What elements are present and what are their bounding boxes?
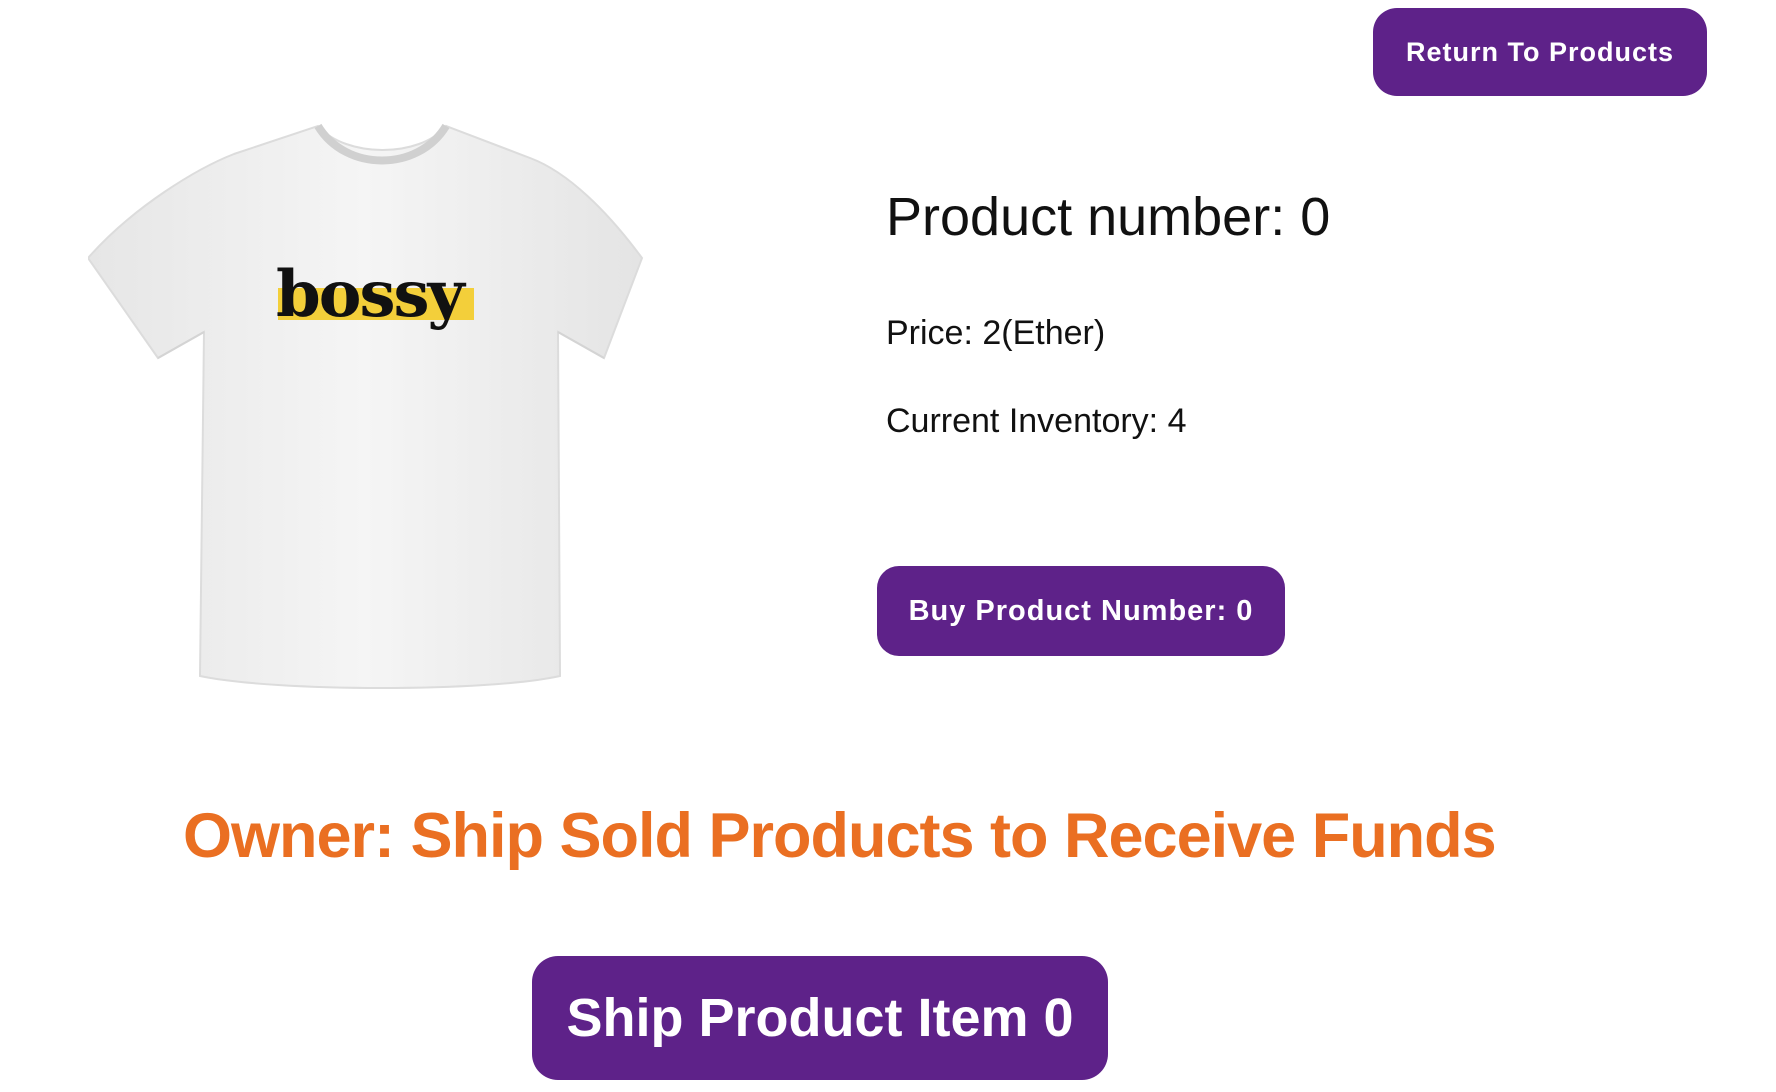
ship-product-button[interactable]: Ship Product Item 0	[532, 956, 1108, 1080]
owner-heading: Owner: Ship Sold Products to Receive Fun…	[183, 801, 1497, 871]
shirt-logo-text: bossy	[276, 257, 467, 332]
buy-product-button[interactable]: Buy Product Number: 0	[877, 566, 1285, 656]
product-title: Product number: 0	[886, 187, 1331, 247]
product-price: Price: 2(Ether)	[886, 314, 1106, 352]
tshirt-image: bossy	[86, 120, 668, 700]
return-to-products-button[interactable]: Return To Products	[1373, 8, 1707, 96]
current-inventory: Current Inventory: 4	[886, 402, 1187, 440]
